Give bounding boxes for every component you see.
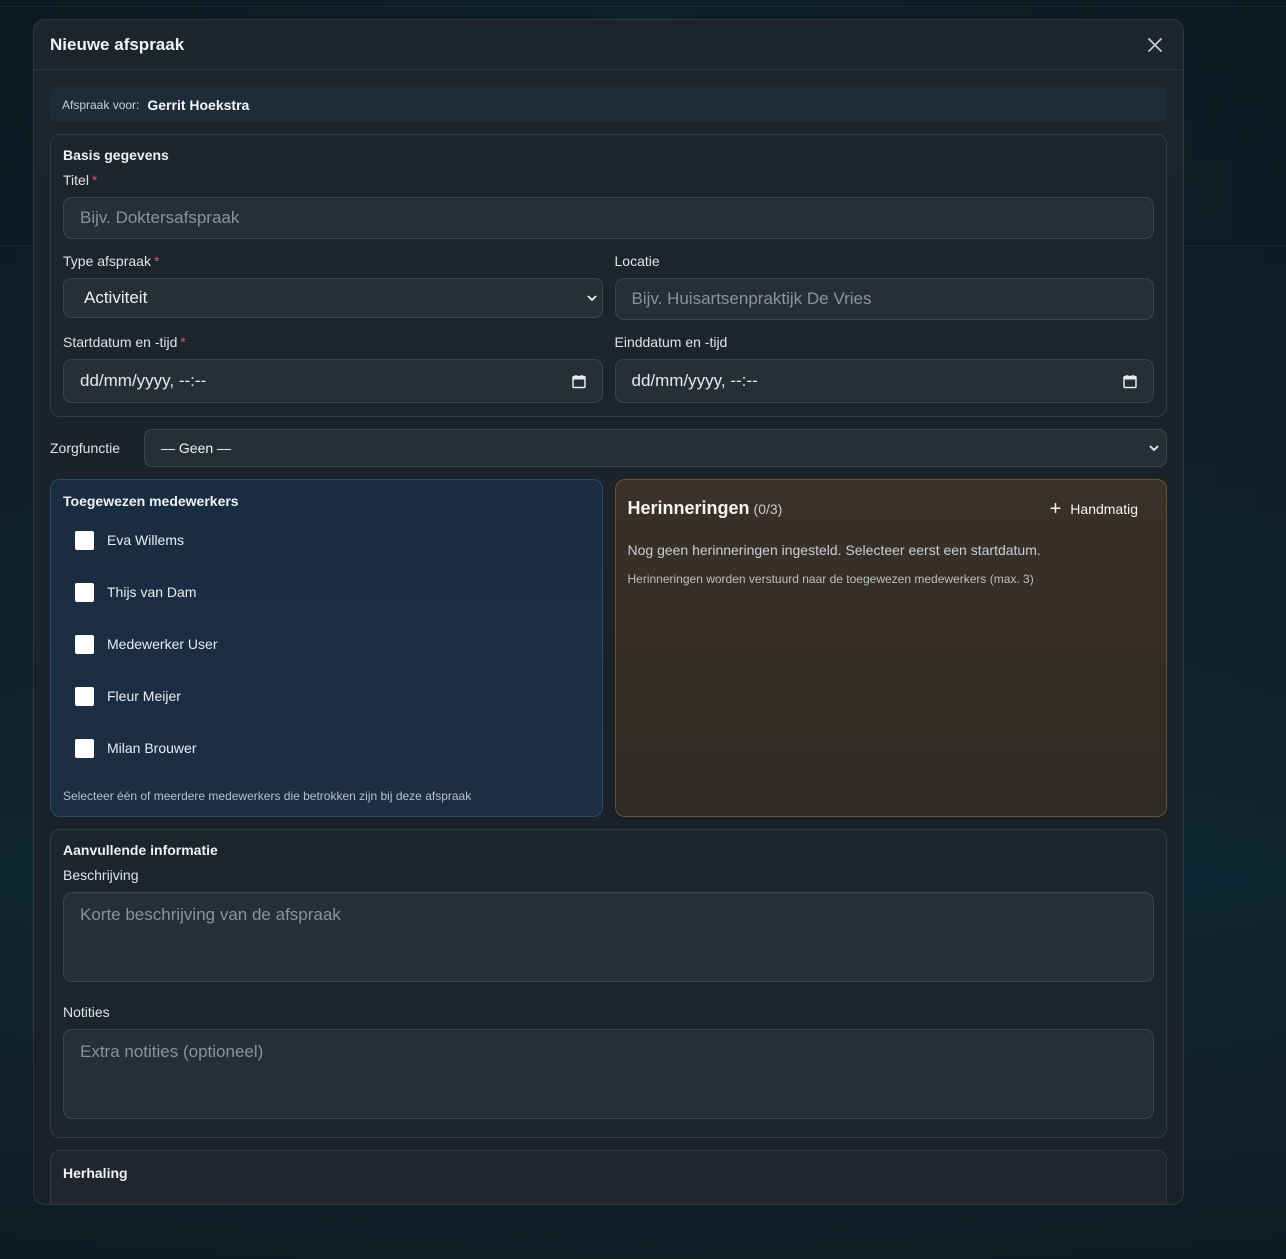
staff-item[interactable]: Thijs van Dam (63, 566, 590, 618)
start-datetime-input[interactable]: dd/mm/yyyy, --:-- (63, 359, 603, 403)
staff-name: Thijs van Dam (107, 584, 197, 600)
appointment-for-bar: Afspraak voor: Gerrit Hoekstra (50, 87, 1167, 122)
staff-item[interactable]: Milan Brouwer (63, 722, 590, 774)
additional-info-title: Aanvullende informatie (63, 842, 218, 858)
staff-item[interactable]: Eva Willems (63, 514, 590, 566)
notes-textarea[interactable]: Extra notities (optioneel) (63, 1029, 1154, 1119)
title-input-placeholder: Bijv. Doktersafspraak (80, 208, 240, 227)
staff-item[interactable]: Fleur Meijer (63, 670, 590, 722)
type-select[interactable]: Activiteit (63, 278, 603, 318)
required-mark: * (180, 334, 186, 350)
staff-name: Eva Willems (107, 532, 185, 548)
description-placeholder: Korte beschrijving van de afspraak (80, 905, 341, 924)
calendar-icon[interactable] (1123, 374, 1137, 389)
reminders-hint: Herinneringen worden verstuurd naar de t… (627, 572, 1034, 586)
care-function-label: Zorgfunctie (50, 440, 121, 456)
type-label: Type afspraak * (63, 253, 160, 269)
staff-name: Milan Brouwer (107, 740, 197, 756)
basic-info-section: Basis gegevens Titel * Bijv. Doktersafspr… (50, 134, 1167, 417)
add-manual-reminder-label: Handmatig (1070, 500, 1138, 517)
start-datetime-label: Startdatum en -tijd * (63, 334, 186, 350)
required-mark: * (91, 172, 98, 188)
location-label: Locatie (614, 253, 660, 269)
staff-checkbox[interactable] (75, 582, 94, 602)
reminders-panel: Herinneringen (0/3) + Handmatig Nog geen … (614, 479, 1167, 817)
modal-header: Nieuwe afspraak (34, 20, 1183, 70)
plus-icon: + (1049, 497, 1062, 520)
care-function-select[interactable]: — Geen — (144, 429, 1167, 467)
staff-checkbox[interactable] (75, 634, 94, 654)
care-function-row: Zorgfunctie — Geen — (50, 429, 1167, 467)
notes-placeholder: Extra notities (optioneel) (80, 1042, 264, 1061)
staff-item[interactable]: Medewerker User (63, 618, 590, 670)
title-input[interactable]: Bijv. Doktersafspraak (63, 197, 1154, 239)
recurrence-title: Herhaling (63, 1165, 128, 1181)
reminders-count: (0/3) (753, 501, 783, 517)
end-datetime-value: dd/mm/yyyy, --:-- (631, 371, 758, 390)
staff-checkbox[interactable] (75, 530, 94, 550)
add-manual-reminder-button[interactable]: + Handmatig (1050, 499, 1154, 519)
chevron-down-icon (1149, 445, 1159, 452)
new-appointment-modal: Nieuwe afspraak Afspraak voor: Gerrit Ho… (33, 19, 1184, 1205)
staff-checkbox[interactable] (75, 738, 94, 758)
staff-name: Fleur Meijer (107, 688, 181, 704)
end-datetime-input[interactable]: dd/mm/yyyy, --:-- (614, 359, 1154, 403)
close-icon (1148, 37, 1162, 52)
type-select-value: Activiteit (84, 288, 148, 307)
description-textarea[interactable]: Korte beschrijving van de afspraak (63, 892, 1154, 982)
care-function-value: — Geen — (161, 440, 232, 456)
reminders-title: Herinneringen (0/3) (627, 498, 783, 518)
start-datetime-value: dd/mm/yyyy, --:-- (80, 371, 207, 390)
recurrence-section: Herhaling (50, 1150, 1167, 1204)
close-button[interactable] (1143, 33, 1167, 57)
location-input-placeholder: Bijv. Huisartsenpraktijk De Vries (631, 289, 872, 308)
description-label: Beschrijving (63, 867, 139, 883)
assigned-staff-panel: Toegewezen medewerkers Eva Willems Thijs… (50, 479, 603, 817)
chevron-down-icon (586, 295, 597, 302)
title-label: Titel * (63, 172, 98, 188)
staff-checkbox[interactable] (75, 686, 94, 706)
appointment-for-label: Afspraak voor: (62, 97, 140, 112)
notes-label: Notities (63, 1004, 110, 1020)
required-mark: * (153, 253, 160, 269)
assigned-staff-hint: Selecteer één of meerdere medewerkers di… (63, 789, 472, 803)
location-input[interactable]: Bijv. Huisartsenpraktijk De Vries (614, 278, 1154, 320)
reminders-empty-text: Nog geen herinneringen ingesteld. Select… (627, 542, 1041, 558)
modal-title: Nieuwe afspraak (50, 34, 185, 54)
appointment-for-name: Gerrit Hoekstra (147, 96, 250, 113)
backdrop-divider (0, 6, 1286, 7)
basic-info-title: Basis gegevens (63, 147, 169, 163)
staff-name: Medewerker User (107, 636, 218, 652)
assigned-staff-title: Toegewezen medewerkers (63, 493, 239, 509)
calendar-icon[interactable] (571, 374, 586, 389)
additional-info-section: Aanvullende informatie Beschrijving Kort… (50, 829, 1167, 1138)
end-datetime-label: Einddatum en -tijd (614, 334, 728, 350)
